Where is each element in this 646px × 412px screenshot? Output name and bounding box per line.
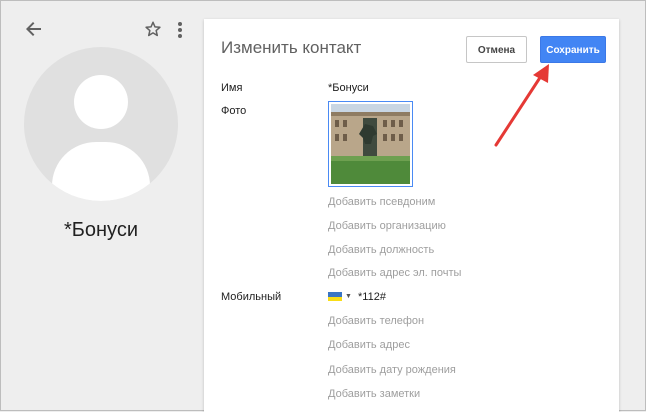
annotation-arrow — [494, 64, 549, 147]
cancel-button[interactable]: Отмена — [466, 36, 527, 63]
avatar-head-shape — [74, 75, 128, 129]
ukraine-flag-icon[interactable] — [328, 292, 342, 301]
photo-label: Фото — [221, 105, 247, 117]
add-position-link[interactable]: Добавить должность — [328, 244, 434, 256]
add-phone-link[interactable]: Добавить телефон — [328, 315, 424, 327]
add-nickname-link[interactable]: Добавить псевдоним — [328, 196, 435, 208]
mobile-label: Мобильный — [221, 291, 282, 303]
name-field[interactable]: *Бонуси — [328, 82, 369, 94]
add-organization-link[interactable]: Добавить организацию — [328, 220, 446, 232]
avatar — [24, 47, 178, 201]
add-birthday-link[interactable]: Добавить дату рождения — [328, 364, 456, 376]
photo-image — [331, 104, 410, 184]
panel-title: Изменить контакт — [221, 38, 362, 57]
save-button[interactable]: Сохранить — [540, 36, 606, 63]
more-vert-icon[interactable] — [173, 20, 187, 38]
back-arrow-icon[interactable] — [25, 20, 43, 41]
mobile-phone-field[interactable]: *112# — [358, 291, 386, 303]
contact-photo[interactable] — [328, 101, 413, 187]
add-email-link[interactable]: Добавить адрес эл. почты — [328, 267, 461, 279]
contact-display-name: *Бонуси — [63, 219, 139, 241]
add-notes-link[interactable]: Добавить заметки — [328, 388, 420, 400]
star-icon[interactable] — [144, 20, 162, 41]
avatar-body-shape — [52, 142, 150, 201]
chevron-down-icon[interactable]: ▼ — [345, 293, 352, 300]
name-label: Имя — [221, 82, 243, 94]
add-address-link[interactable]: Добавить адрес — [328, 339, 410, 351]
